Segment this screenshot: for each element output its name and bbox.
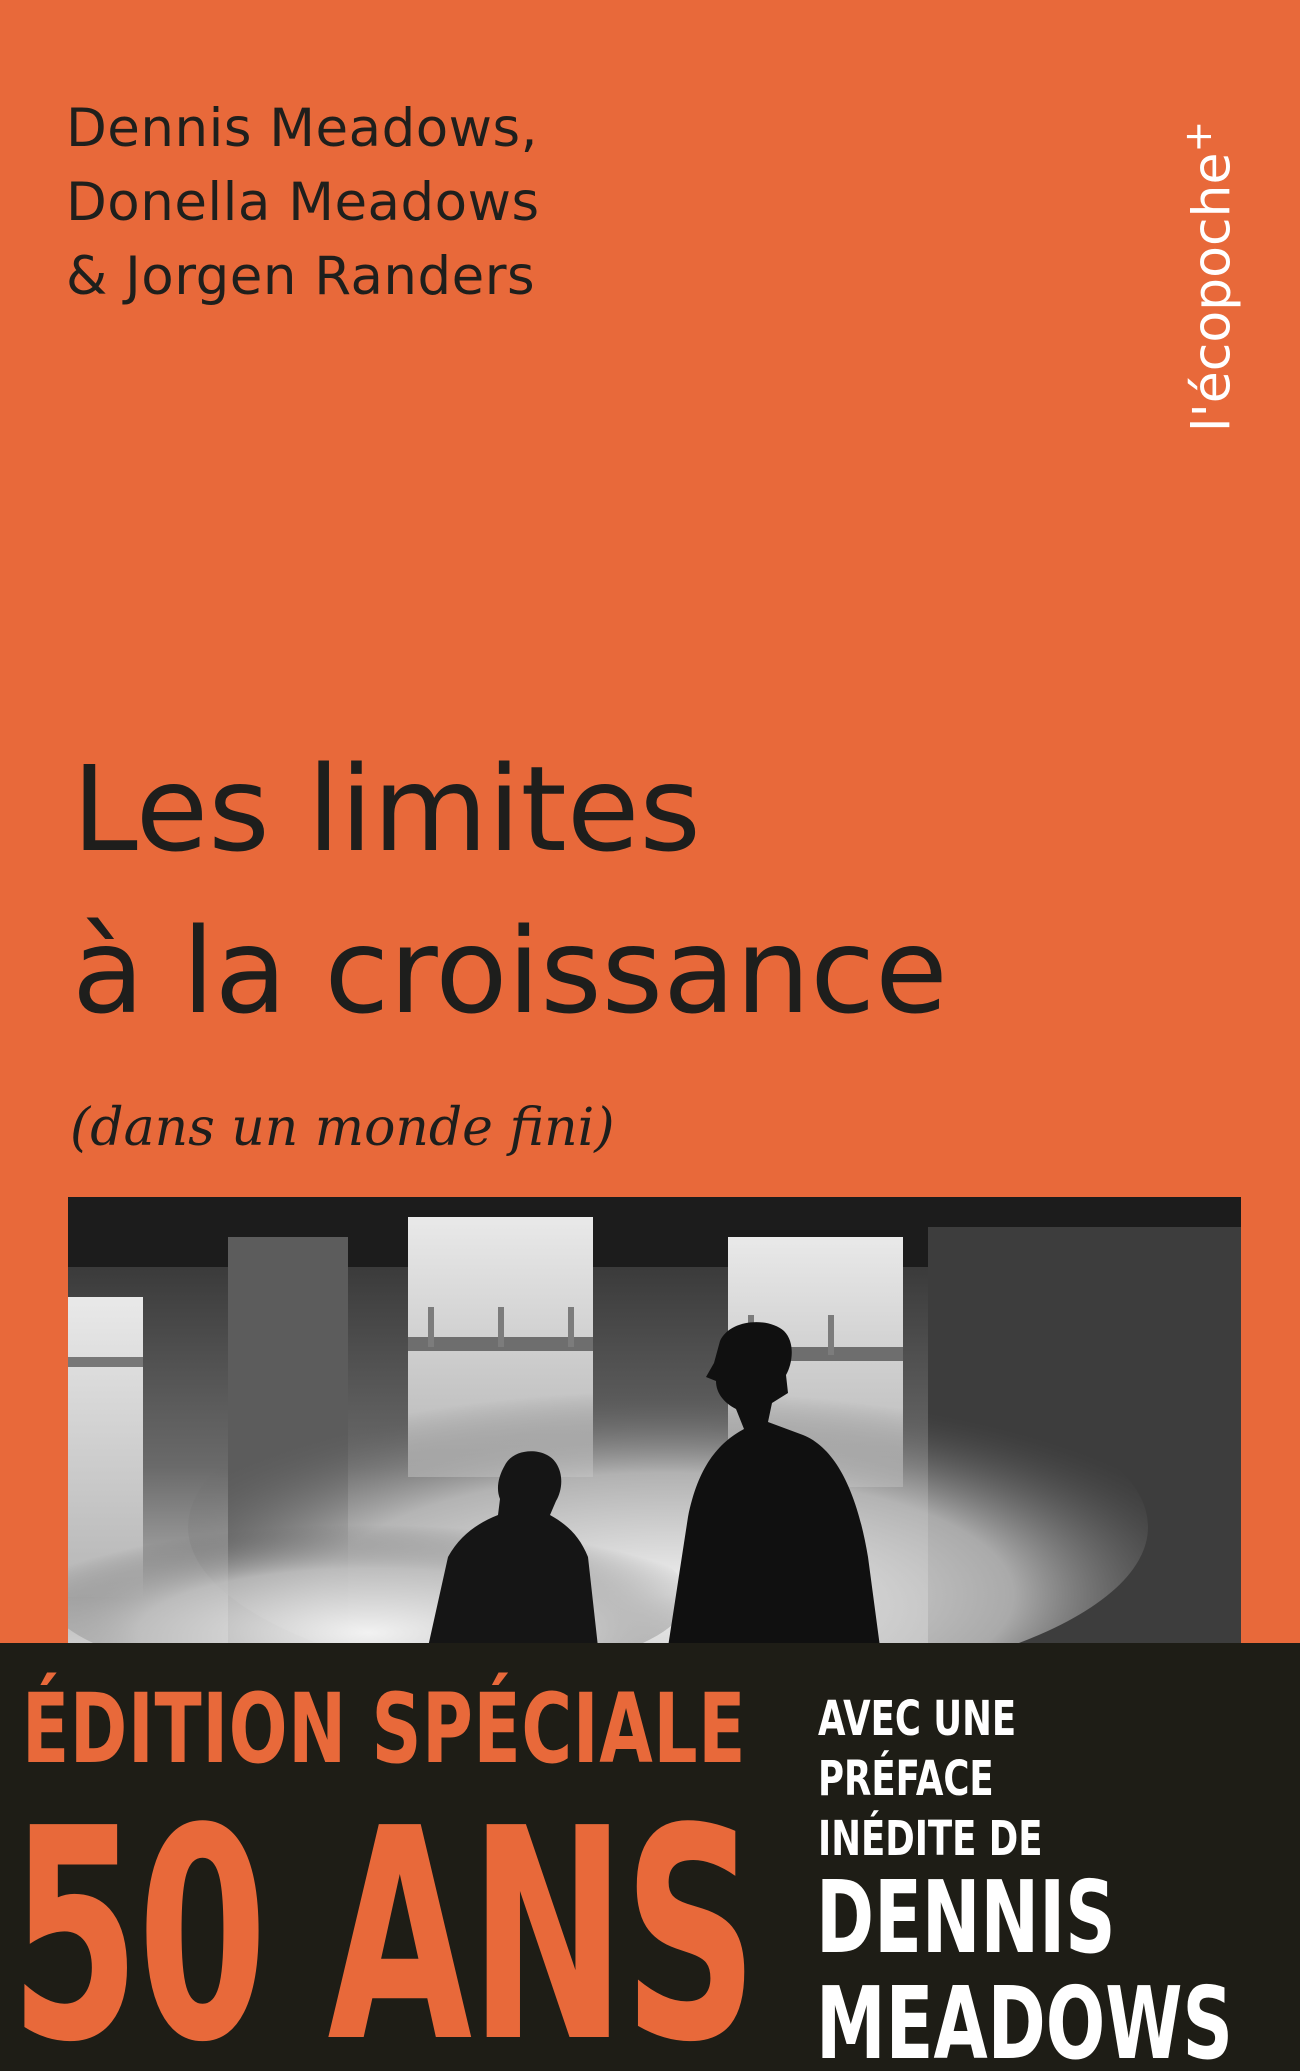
- author-name: & Jorgen Randers: [66, 246, 536, 307]
- title-line: à la croissance: [72, 902, 948, 1040]
- authors: Dennis Meadows, Donella Meadows & Jorgen…: [66, 92, 540, 314]
- book-title: Les limites à la croissance: [72, 728, 948, 1052]
- book-subtitle: (dans un monde fini): [70, 1098, 615, 1158]
- publisher-logo: l'écopoche+: [1168, 121, 1242, 432]
- book-cover: Dennis Meadows, Donella Meadows & Jorgen…: [0, 0, 1300, 2071]
- preface-note: AVEC UNE PRÉFACE INÉDITE DE: [818, 1689, 1043, 1869]
- preface-line: PRÉFACE: [818, 1751, 994, 1807]
- publisher-name: l'écopoche: [1182, 152, 1243, 433]
- publisher-mark: +: [1176, 120, 1220, 153]
- author-name: Dennis Meadows,: [66, 98, 538, 159]
- preface-line: AVEC UNE: [818, 1691, 1017, 1747]
- title-line: Les limites: [72, 740, 701, 878]
- author-name: Donella Meadows: [66, 172, 540, 233]
- preface-author-line: DENNIS: [816, 1859, 1116, 1976]
- cover-photo: [68, 1197, 1241, 1647]
- anniversary-label: 50 ANS: [10, 1766, 758, 2071]
- preface-author: DENNIS MEADOWS: [816, 1865, 1233, 2071]
- promo-band: ÉDITION SPÉCIALE 50 ANS AVEC UNE PRÉFACE…: [0, 1643, 1300, 2071]
- preface-author-line: MEADOWS: [816, 1965, 1233, 2071]
